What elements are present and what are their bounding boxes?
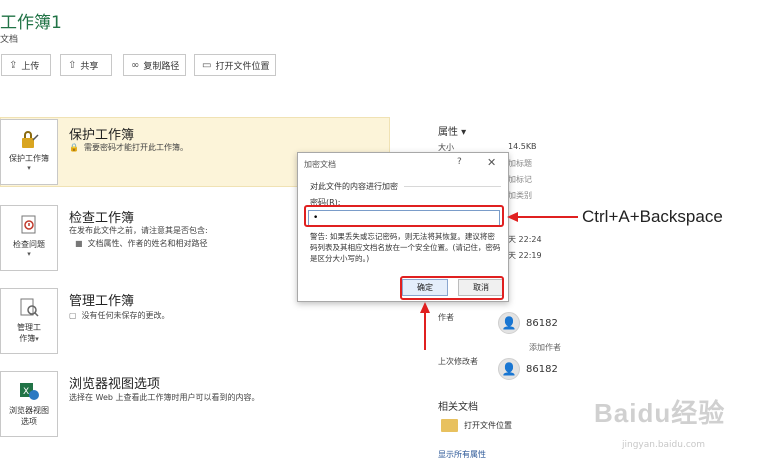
arrow-head-right [507,212,518,222]
arrow-head-up [420,302,430,313]
baidu-watermark-logo: Baidu经验 [594,398,726,428]
shortcut-annotation: Ctrl+A+Backspace [582,207,723,226]
baidu-watermark-url: jingyan.baidu.com [622,440,706,450]
